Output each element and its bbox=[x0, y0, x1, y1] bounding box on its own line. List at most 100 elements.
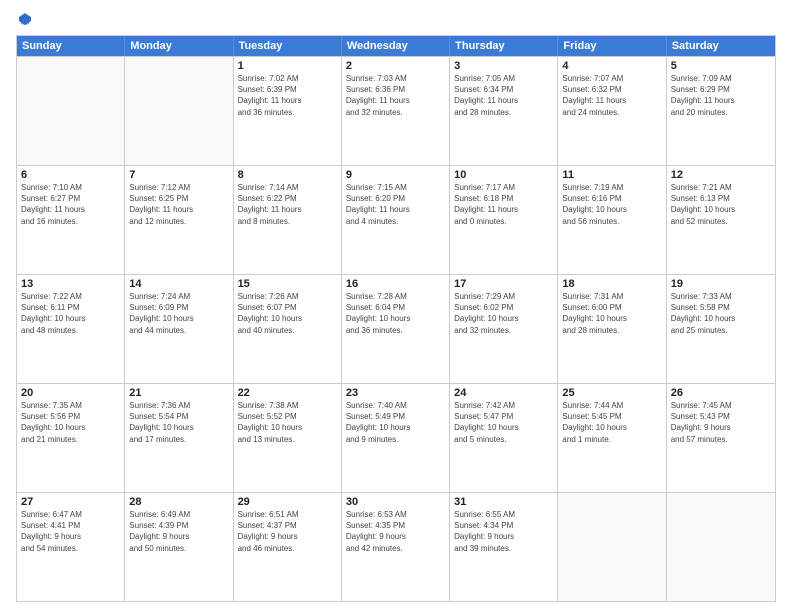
day-info: Sunrise: 7:02 AM Sunset: 6:39 PM Dayligh… bbox=[238, 73, 337, 118]
cal-header-friday: Friday bbox=[558, 36, 666, 56]
day-info: Sunrise: 6:49 AM Sunset: 4:39 PM Dayligh… bbox=[129, 509, 228, 554]
cal-header-wednesday: Wednesday bbox=[342, 36, 450, 56]
page: SundayMondayTuesdayWednesdayThursdayFrid… bbox=[0, 0, 792, 612]
day-number: 3 bbox=[454, 60, 553, 72]
day-number: 14 bbox=[129, 278, 228, 290]
day-info: Sunrise: 7:33 AM Sunset: 5:58 PM Dayligh… bbox=[671, 291, 771, 336]
cal-week-5: 27Sunrise: 6:47 AM Sunset: 4:41 PM Dayli… bbox=[17, 492, 775, 601]
calendar: SundayMondayTuesdayWednesdayThursdayFrid… bbox=[16, 35, 776, 602]
day-info: Sunrise: 7:35 AM Sunset: 5:56 PM Dayligh… bbox=[21, 400, 120, 445]
cal-cell: 27Sunrise: 6:47 AM Sunset: 4:41 PM Dayli… bbox=[17, 493, 125, 601]
day-info: Sunrise: 7:21 AM Sunset: 6:13 PM Dayligh… bbox=[671, 182, 771, 227]
cal-cell: 9Sunrise: 7:15 AM Sunset: 6:20 PM Daylig… bbox=[342, 166, 450, 274]
day-info: Sunrise: 7:15 AM Sunset: 6:20 PM Dayligh… bbox=[346, 182, 445, 227]
day-info: Sunrise: 7:28 AM Sunset: 6:04 PM Dayligh… bbox=[346, 291, 445, 336]
cal-header-monday: Monday bbox=[125, 36, 233, 56]
cal-cell: 5Sunrise: 7:09 AM Sunset: 6:29 PM Daylig… bbox=[667, 57, 775, 165]
cal-cell: 31Sunrise: 6:55 AM Sunset: 4:34 PM Dayli… bbox=[450, 493, 558, 601]
day-number: 12 bbox=[671, 169, 771, 181]
day-info: Sunrise: 7:38 AM Sunset: 5:52 PM Dayligh… bbox=[238, 400, 337, 445]
cal-cell: 8Sunrise: 7:14 AM Sunset: 6:22 PM Daylig… bbox=[234, 166, 342, 274]
day-info: Sunrise: 7:19 AM Sunset: 6:16 PM Dayligh… bbox=[562, 182, 661, 227]
cal-cell: 13Sunrise: 7:22 AM Sunset: 6:11 PM Dayli… bbox=[17, 275, 125, 383]
day-number: 1 bbox=[238, 60, 337, 72]
cal-cell: 11Sunrise: 7:19 AM Sunset: 6:16 PM Dayli… bbox=[558, 166, 666, 274]
day-number: 2 bbox=[346, 60, 445, 72]
day-info: Sunrise: 6:51 AM Sunset: 4:37 PM Dayligh… bbox=[238, 509, 337, 554]
cal-cell: 2Sunrise: 7:03 AM Sunset: 6:36 PM Daylig… bbox=[342, 57, 450, 165]
day-info: Sunrise: 6:55 AM Sunset: 4:34 PM Dayligh… bbox=[454, 509, 553, 554]
day-info: Sunrise: 7:17 AM Sunset: 6:18 PM Dayligh… bbox=[454, 182, 553, 227]
cal-header-saturday: Saturday bbox=[667, 36, 775, 56]
header bbox=[16, 12, 776, 29]
logo bbox=[16, 12, 32, 29]
day-info: Sunrise: 7:31 AM Sunset: 6:00 PM Dayligh… bbox=[562, 291, 661, 336]
day-number: 18 bbox=[562, 278, 661, 290]
logo-icon bbox=[18, 12, 32, 26]
cal-cell: 26Sunrise: 7:45 AM Sunset: 5:43 PM Dayli… bbox=[667, 384, 775, 492]
day-number: 22 bbox=[238, 387, 337, 399]
day-number: 23 bbox=[346, 387, 445, 399]
cal-cell: 15Sunrise: 7:26 AM Sunset: 6:07 PM Dayli… bbox=[234, 275, 342, 383]
day-number: 16 bbox=[346, 278, 445, 290]
day-info: Sunrise: 7:40 AM Sunset: 5:49 PM Dayligh… bbox=[346, 400, 445, 445]
cal-cell bbox=[667, 493, 775, 601]
cal-cell: 30Sunrise: 6:53 AM Sunset: 4:35 PM Dayli… bbox=[342, 493, 450, 601]
day-number: 5 bbox=[671, 60, 771, 72]
day-number: 9 bbox=[346, 169, 445, 181]
day-info: Sunrise: 7:10 AM Sunset: 6:27 PM Dayligh… bbox=[21, 182, 120, 227]
cal-header-sunday: Sunday bbox=[17, 36, 125, 56]
day-number: 10 bbox=[454, 169, 553, 181]
cal-cell: 12Sunrise: 7:21 AM Sunset: 6:13 PM Dayli… bbox=[667, 166, 775, 274]
cal-cell: 25Sunrise: 7:44 AM Sunset: 5:45 PM Dayli… bbox=[558, 384, 666, 492]
cal-cell: 28Sunrise: 6:49 AM Sunset: 4:39 PM Dayli… bbox=[125, 493, 233, 601]
cal-cell bbox=[17, 57, 125, 165]
cal-cell: 1Sunrise: 7:02 AM Sunset: 6:39 PM Daylig… bbox=[234, 57, 342, 165]
day-info: Sunrise: 7:24 AM Sunset: 6:09 PM Dayligh… bbox=[129, 291, 228, 336]
day-number: 15 bbox=[238, 278, 337, 290]
cal-cell: 18Sunrise: 7:31 AM Sunset: 6:00 PM Dayli… bbox=[558, 275, 666, 383]
cal-week-3: 13Sunrise: 7:22 AM Sunset: 6:11 PM Dayli… bbox=[17, 274, 775, 383]
cal-cell: 19Sunrise: 7:33 AM Sunset: 5:58 PM Dayli… bbox=[667, 275, 775, 383]
day-number: 19 bbox=[671, 278, 771, 290]
day-info: Sunrise: 7:26 AM Sunset: 6:07 PM Dayligh… bbox=[238, 291, 337, 336]
cal-cell: 16Sunrise: 7:28 AM Sunset: 6:04 PM Dayli… bbox=[342, 275, 450, 383]
day-number: 8 bbox=[238, 169, 337, 181]
day-info: Sunrise: 7:29 AM Sunset: 6:02 PM Dayligh… bbox=[454, 291, 553, 336]
day-info: Sunrise: 6:53 AM Sunset: 4:35 PM Dayligh… bbox=[346, 509, 445, 554]
cal-week-4: 20Sunrise: 7:35 AM Sunset: 5:56 PM Dayli… bbox=[17, 383, 775, 492]
day-number: 24 bbox=[454, 387, 553, 399]
cal-cell: 10Sunrise: 7:17 AM Sunset: 6:18 PM Dayli… bbox=[450, 166, 558, 274]
day-info: Sunrise: 6:47 AM Sunset: 4:41 PM Dayligh… bbox=[21, 509, 120, 554]
day-info: Sunrise: 7:12 AM Sunset: 6:25 PM Dayligh… bbox=[129, 182, 228, 227]
cal-cell: 23Sunrise: 7:40 AM Sunset: 5:49 PM Dayli… bbox=[342, 384, 450, 492]
day-number: 20 bbox=[21, 387, 120, 399]
cal-cell: 20Sunrise: 7:35 AM Sunset: 5:56 PM Dayli… bbox=[17, 384, 125, 492]
day-number: 17 bbox=[454, 278, 553, 290]
cal-cell: 3Sunrise: 7:05 AM Sunset: 6:34 PM Daylig… bbox=[450, 57, 558, 165]
cal-header-tuesday: Tuesday bbox=[234, 36, 342, 56]
day-info: Sunrise: 7:09 AM Sunset: 6:29 PM Dayligh… bbox=[671, 73, 771, 118]
day-number: 6 bbox=[21, 169, 120, 181]
day-info: Sunrise: 7:44 AM Sunset: 5:45 PM Dayligh… bbox=[562, 400, 661, 445]
day-info: Sunrise: 7:42 AM Sunset: 5:47 PM Dayligh… bbox=[454, 400, 553, 445]
cal-cell: 17Sunrise: 7:29 AM Sunset: 6:02 PM Dayli… bbox=[450, 275, 558, 383]
cal-cell: 22Sunrise: 7:38 AM Sunset: 5:52 PM Dayli… bbox=[234, 384, 342, 492]
day-info: Sunrise: 7:45 AM Sunset: 5:43 PM Dayligh… bbox=[671, 400, 771, 445]
day-number: 4 bbox=[562, 60, 661, 72]
cal-cell: 7Sunrise: 7:12 AM Sunset: 6:25 PM Daylig… bbox=[125, 166, 233, 274]
cal-cell: 14Sunrise: 7:24 AM Sunset: 6:09 PM Dayli… bbox=[125, 275, 233, 383]
cal-cell bbox=[558, 493, 666, 601]
day-info: Sunrise: 7:36 AM Sunset: 5:54 PM Dayligh… bbox=[129, 400, 228, 445]
cal-cell: 6Sunrise: 7:10 AM Sunset: 6:27 PM Daylig… bbox=[17, 166, 125, 274]
cal-cell: 21Sunrise: 7:36 AM Sunset: 5:54 PM Dayli… bbox=[125, 384, 233, 492]
day-number: 27 bbox=[21, 496, 120, 508]
cal-cell bbox=[125, 57, 233, 165]
day-number: 29 bbox=[238, 496, 337, 508]
cal-cell: 24Sunrise: 7:42 AM Sunset: 5:47 PM Dayli… bbox=[450, 384, 558, 492]
day-number: 31 bbox=[454, 496, 553, 508]
cal-week-2: 6Sunrise: 7:10 AM Sunset: 6:27 PM Daylig… bbox=[17, 165, 775, 274]
cal-week-1: 1Sunrise: 7:02 AM Sunset: 6:39 PM Daylig… bbox=[17, 56, 775, 165]
day-info: Sunrise: 7:05 AM Sunset: 6:34 PM Dayligh… bbox=[454, 73, 553, 118]
day-number: 7 bbox=[129, 169, 228, 181]
